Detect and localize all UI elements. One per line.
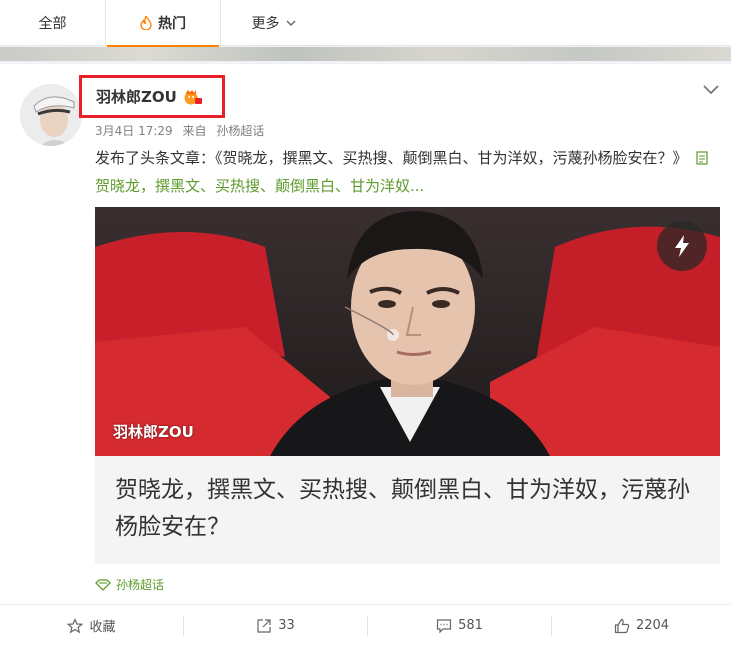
forward-count: 33 [278, 618, 295, 633]
share-icon [257, 618, 271, 633]
topic-diamond-icon [95, 578, 111, 591]
cover-photo [95, 207, 720, 456]
image-watermark: 羽林郎ZOU [113, 423, 194, 441]
action-bar: 收藏 33 581 2204 [0, 604, 731, 645]
tab-all[interactable]: 全部 [0, 0, 106, 46]
post-card: 羽林郎ZOU 3月4日 17:29 来自 孙杨超话 发布了头条文章：《贺晓龙，撰… [0, 64, 731, 604]
author-name[interactable]: 羽林郎ZOU [96, 86, 177, 107]
lightning-icon [675, 235, 689, 257]
flash-button[interactable] [657, 221, 707, 271]
tab-more-label: 更多 [251, 16, 280, 32]
banner-strip [0, 47, 731, 61]
tab-hot[interactable]: 热门 [107, 0, 219, 47]
feed-tab-bar: 全部 热门 更多 [0, 0, 731, 47]
vip-badge-icon [184, 89, 202, 104]
thumbs-up-icon [614, 618, 630, 633]
fire-icon [140, 16, 152, 30]
source-prefix: 来自 [182, 124, 207, 138]
source-link[interactable]: 孙杨超话 [216, 124, 264, 138]
article-cover-image[interactable]: 羽林郎ZOU [95, 207, 720, 456]
post-meta: 3月4日 17:29 来自 孙杨超话 [95, 122, 264, 139]
comment-icon [436, 618, 452, 633]
avatar-image [20, 84, 82, 146]
star-icon [67, 617, 84, 634]
author-highlight-box: 羽林郎ZOU [79, 75, 225, 118]
avatar[interactable] [20, 84, 82, 146]
comment-button[interactable]: 581 [368, 605, 551, 645]
like-button[interactable]: 2204 [552, 605, 731, 645]
topic-tag[interactable]: 孙杨超话 [95, 576, 164, 593]
article-title[interactable]: 贺晓龙，撰黑文、买热搜、颠倒黑白、甘为洋奴，污蔑孙杨脸安在？ [95, 456, 720, 564]
post-date[interactable]: 3月4日 17:29 [95, 124, 173, 138]
topic-tag-label: 孙杨超话 [116, 578, 165, 592]
chevron-down-icon[interactable] [702, 84, 720, 96]
tab-all-label: 全部 [38, 16, 67, 32]
favorite-label: 收藏 [89, 620, 116, 635]
comment-count: 581 [458, 618, 483, 633]
tab-hot-label: 热门 [158, 16, 186, 32]
forward-button[interactable]: 33 [184, 605, 367, 645]
article-link[interactable]: 贺晓龙，撰黑文、买热搜、颠倒黑白、甘为洋奴... [95, 177, 424, 195]
chevron-down-icon [286, 20, 295, 26]
post-body: 发布了头条文章：《贺晓龙，撰黑文、买热搜、颠倒黑白、甘为洋奴，污蔑孙杨脸安在？》… [95, 144, 715, 200]
post-text: 发布了头条文章：《贺晓龙，撰黑文、买热搜、颠倒黑白、甘为洋奴，污蔑孙杨脸安在？》 [95, 149, 688, 167]
tab-more[interactable]: 更多 [220, 0, 326, 46]
article-icon [695, 151, 708, 165]
like-count: 2204 [635, 618, 670, 633]
favorite-button[interactable]: 收藏 [0, 605, 183, 645]
